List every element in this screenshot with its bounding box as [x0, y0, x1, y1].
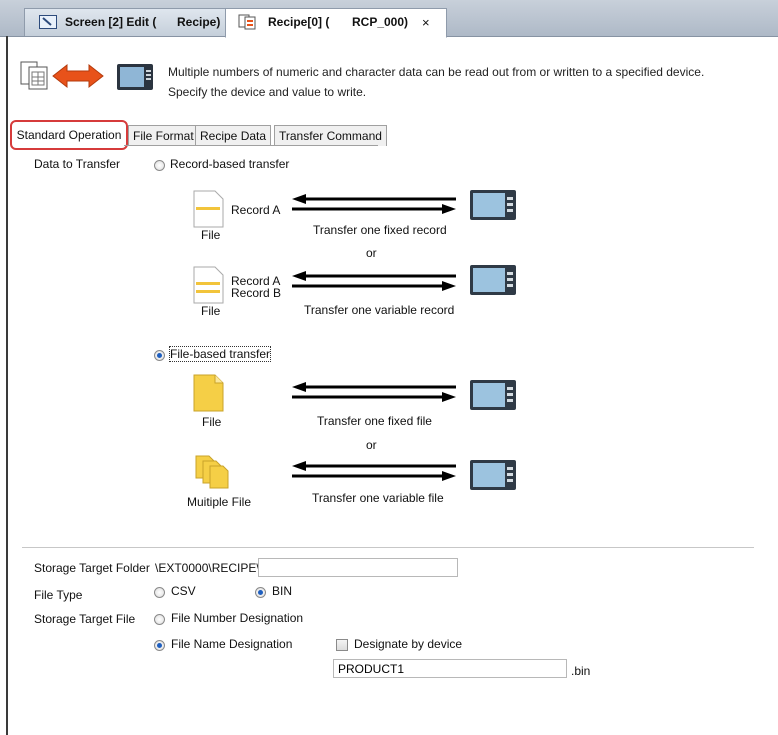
file-number-designation-label: File Number Designation — [171, 611, 304, 625]
header-subdescription: Specify the device and value to write. — [168, 85, 367, 99]
header-description: Multiple numbers of numeric and characte… — [168, 65, 705, 79]
data-to-transfer-label: Data to Transfer — [34, 157, 121, 171]
transfer-arrows-2 — [292, 271, 456, 291]
tab-recipe-label: Recipe[0] ( — [268, 15, 330, 29]
tab-recipe-data[interactable]: Recipe Data — [195, 125, 272, 146]
or-label-2: or — [366, 438, 377, 452]
close-icon[interactable]: × — [422, 9, 430, 36]
tab-screen-edit-label-2: Recipe) — [177, 15, 221, 29]
tab-transfer-command[interactable]: Transfer Command — [274, 125, 387, 146]
tab-screen-edit[interactable]: Screen [2] Edit ( Recipe) — [24, 8, 226, 36]
screen-icon — [39, 15, 57, 29]
recipe-icon — [20, 61, 48, 90]
tab-file-format[interactable]: File Format — [128, 125, 199, 146]
file-record-icon — [193, 190, 224, 228]
header-illustration — [20, 61, 153, 90]
transfer-arrows — [292, 194, 456, 214]
file-type-label: File Type — [34, 588, 83, 602]
tab-screen-edit-label: Screen [2] Edit ( — [65, 15, 157, 29]
recipe-tab-icon — [238, 14, 256, 30]
bin-label: BIN — [272, 584, 293, 598]
record-based-radio[interactable] — [154, 160, 165, 171]
transfer-variable-file-caption: Transfer one variable file — [312, 491, 444, 505]
multiple-files-icon — [195, 455, 229, 489]
transfer-variable-record-caption: Transfer one variable record — [304, 303, 455, 317]
designate-by-device-checkbox[interactable] — [336, 639, 348, 651]
storage-target-file-label: Storage Target File — [34, 612, 136, 626]
file-based-label: File-based transfer — [168, 346, 272, 362]
file-records-icon — [193, 266, 224, 304]
display-icon-3 — [470, 380, 516, 410]
display-icon — [117, 64, 153, 90]
record-a-label: Record A — [231, 203, 281, 217]
or-label: or — [366, 246, 377, 260]
file-name-designation-label: File Name Designation — [171, 637, 293, 651]
record-based-label: Record-based transfer — [170, 157, 290, 171]
left-frame-border — [6, 36, 8, 735]
storage-folder-path: \EXT0000\RECIPE\ — [155, 561, 260, 575]
file-icon — [193, 374, 224, 412]
file-extension-label: .bin — [571, 664, 591, 678]
file-name-input[interactable]: PRODUCT1 — [333, 659, 567, 678]
file-caption-2: File — [201, 304, 221, 318]
transfer-fixed-record-caption: Transfer one fixed record — [313, 223, 447, 237]
csv-radio[interactable] — [154, 587, 165, 598]
file-based-radio[interactable] — [154, 350, 165, 361]
multiple-file-caption: Muitiple File — [187, 495, 252, 509]
tab-recipe[interactable]: Recipe[0] ( RCP_000) × — [225, 8, 447, 38]
csv-label: CSV — [171, 584, 196, 598]
tab-standard-operation[interactable]: Standard Operation — [10, 120, 128, 150]
transfer-arrows-3 — [292, 382, 456, 402]
storage-folder-input[interactable] — [258, 558, 458, 577]
document-tab-strip: Screen [2] Edit ( Recipe) Recipe[0] ( RC… — [0, 0, 778, 38]
display-icon — [470, 190, 516, 220]
file-number-designation-radio[interactable] — [154, 614, 165, 625]
tab-baseline — [124, 145, 378, 146]
display-icon-4 — [470, 460, 516, 490]
bin-radio[interactable] — [255, 587, 266, 598]
file-name-designation-radio[interactable] — [154, 640, 165, 651]
record-b-label: Record B — [231, 286, 282, 300]
section-divider — [22, 547, 754, 548]
designate-by-device-label: Designate by device — [354, 637, 463, 651]
display-icon-2 — [470, 265, 516, 295]
transfer-fixed-file-caption: Transfer one fixed file — [317, 414, 432, 428]
storage-target-folder-label: Storage Target Folder — [34, 561, 150, 575]
transfer-arrows-4 — [292, 461, 456, 481]
double-arrow-icon — [52, 63, 104, 89]
tab-recipe-label-2: RCP_000) — [352, 15, 409, 29]
file-caption: File — [201, 228, 221, 242]
file-caption-3: File — [202, 415, 222, 429]
